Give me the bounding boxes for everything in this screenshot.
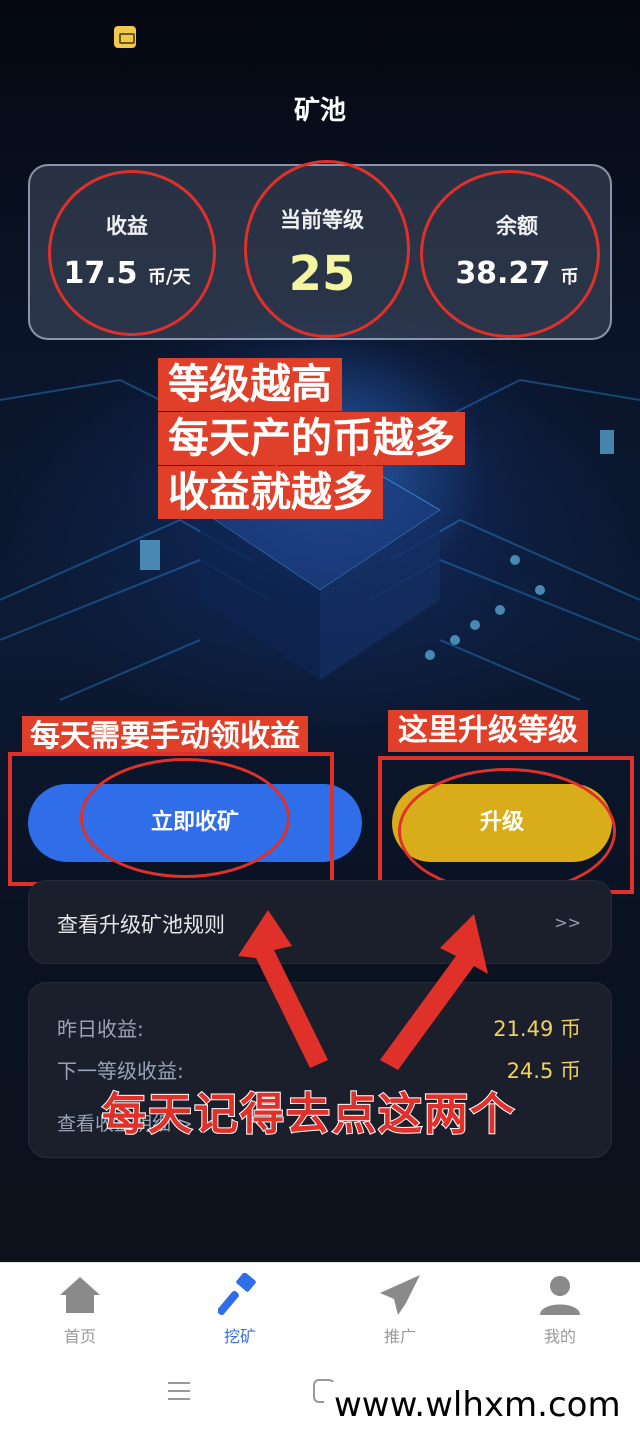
annotation-arrows bbox=[238, 910, 488, 1070]
annotation-circle-income bbox=[48, 170, 216, 336]
annotation-level-line3: 收益就越多 bbox=[158, 466, 383, 519]
annotation-upgrade: 这里升级等级 bbox=[388, 710, 588, 752]
tab-home-label: 首页 bbox=[63, 1327, 96, 1346]
annotation-manual-claim: 每天需要手动领收益 bbox=[22, 716, 308, 752]
watermark-text: www.wlhxm.com bbox=[324, 1382, 640, 1429]
bottom-tab-bar: 首页 挖矿 推广 我的 bbox=[0, 1262, 640, 1362]
arrow-to-upgrade bbox=[380, 914, 488, 1070]
annotation-daily-reminder: 每天记得去点这两个 bbox=[101, 1088, 516, 1141]
tab-profile[interactable]: 我的 bbox=[480, 1263, 640, 1363]
annotation-level-line2: 每天产的币越多 bbox=[158, 412, 465, 465]
tab-promote[interactable]: 推广 bbox=[320, 1263, 480, 1363]
menu-icon[interactable] bbox=[166, 1380, 192, 1402]
tab-mining-label: 挖矿 bbox=[223, 1327, 256, 1346]
home-icon bbox=[60, 1277, 100, 1313]
arrow-to-claim bbox=[238, 910, 328, 1068]
hammer-icon bbox=[218, 1273, 256, 1316]
tab-mining[interactable]: 挖矿 bbox=[160, 1263, 320, 1363]
annotation-circle-balance bbox=[420, 170, 600, 338]
page-title: 矿池 bbox=[293, 96, 346, 126]
user-icon bbox=[540, 1276, 580, 1315]
tab-promote-label: 推广 bbox=[383, 1327, 416, 1346]
tab-home[interactable]: 首页 bbox=[0, 1263, 160, 1363]
tab-profile-label: 我的 bbox=[543, 1327, 576, 1346]
paper-plane-icon bbox=[380, 1275, 420, 1315]
annotation-circle-claim bbox=[80, 758, 290, 878]
annotation-circle-upgrade bbox=[398, 768, 616, 894]
annotation-level-line1: 等级越高 bbox=[158, 358, 342, 411]
annotation-circle-level bbox=[244, 160, 410, 338]
app-status-icon bbox=[114, 26, 136, 48]
